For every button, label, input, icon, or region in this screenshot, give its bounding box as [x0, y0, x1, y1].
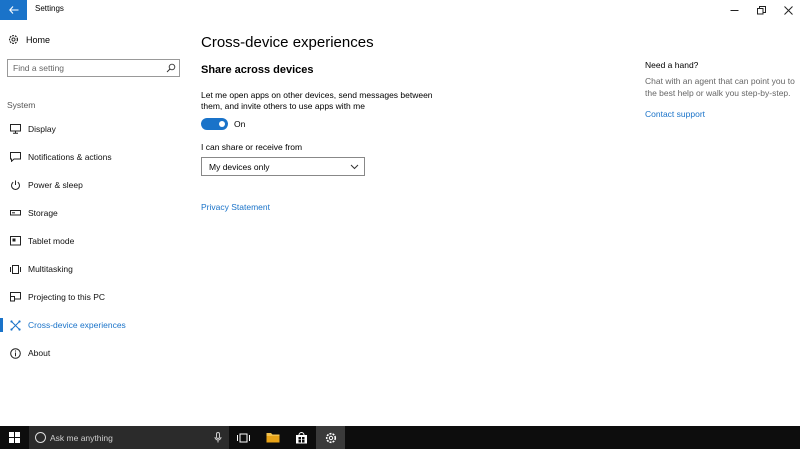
sidebar-item-tablet-mode[interactable]: Tablet mode: [0, 227, 190, 255]
sidebar-item-label: About: [28, 348, 51, 358]
restore-button[interactable]: [746, 0, 776, 20]
chevron-down-icon: [350, 164, 359, 170]
task-view-button[interactable]: [229, 426, 258, 449]
monitor-icon: [9, 123, 21, 135]
sidebar: Home System Display Notifications & acti…: [0, 20, 190, 426]
gear-icon: [8, 34, 19, 45]
sidebar-item-multitasking[interactable]: Multitasking: [0, 255, 190, 283]
sidebar-item-projecting[interactable]: Projecting to this PC: [0, 283, 190, 311]
sidebar-item-label: Notifications & actions: [28, 152, 112, 162]
power-icon: [9, 179, 21, 191]
sidebar-item-cross-device[interactable]: Cross-device experiences: [0, 311, 190, 339]
file-explorer-button[interactable]: [258, 426, 287, 449]
store-button[interactable]: [287, 426, 316, 449]
share-field-label: I can share or receive from: [201, 142, 303, 152]
search-icon[interactable]: [166, 63, 176, 73]
nav-list: Display Notifications & actions Power & …: [0, 115, 190, 367]
window-title: Settings: [35, 4, 64, 13]
search-input[interactable]: [13, 63, 163, 73]
cortana-icon: [35, 432, 46, 443]
taskbar: Ask me anything: [0, 426, 800, 449]
store-icon: [296, 431, 307, 443]
help-text: Chat with an agent that can point you to…: [645, 76, 795, 98]
share-dropdown-value: My devices only: [209, 162, 270, 172]
tablet-icon: [9, 235, 21, 247]
section-title: Share across devices: [201, 64, 314, 76]
cross-device-icon: [9, 319, 21, 331]
share-description: Let me open apps on other devices, send …: [201, 90, 433, 111]
close-button[interactable]: [773, 0, 800, 20]
minimize-icon: [730, 9, 738, 11]
toggle-state-label: On: [234, 119, 246, 129]
sidebar-item-storage[interactable]: Storage: [0, 199, 190, 227]
help-title: Need a hand?: [645, 60, 699, 70]
sidebar-item-label: Display: [28, 124, 56, 134]
sidebar-item-display[interactable]: Display: [0, 115, 190, 143]
info-icon: [9, 347, 21, 359]
share-dropdown[interactable]: My devices only: [201, 157, 365, 176]
section-label-system: System: [7, 100, 36, 110]
settings-taskbar-button[interactable]: [316, 426, 345, 449]
sidebar-item-label: Storage: [28, 208, 58, 218]
page-title: Cross-device experiences: [201, 34, 374, 51]
sidebar-item-label: Projecting to this PC: [28, 292, 106, 302]
task-view-icon: [237, 433, 250, 442]
multitasking-icon: [9, 263, 21, 275]
contact-support-link[interactable]: Contact support: [645, 109, 705, 119]
sidebar-item-power-sleep[interactable]: Power & sleep: [0, 171, 190, 199]
folder-icon: [266, 433, 279, 443]
restore-icon: [756, 5, 766, 14]
sidebar-item-label: Tablet mode: [28, 236, 75, 246]
start-button[interactable]: [0, 426, 29, 449]
toggle-knob: [219, 121, 225, 127]
microphone-icon[interactable]: [214, 432, 222, 443]
projector-icon: [9, 291, 21, 303]
back-arrow-icon: [8, 6, 18, 14]
sidebar-item-label: Power & sleep: [28, 180, 83, 190]
title-bar: Settings: [0, 0, 800, 20]
nav-home-label: Home: [26, 34, 51, 45]
sidebar-item-label: Multitasking: [28, 264, 73, 274]
privacy-statement-link[interactable]: Privacy Statement: [201, 202, 270, 212]
taskbar-search-box[interactable]: Ask me anything: [29, 426, 229, 449]
share-toggle[interactable]: [201, 118, 228, 130]
sidebar-item-notifications[interactable]: Notifications & actions: [0, 143, 190, 171]
help-panel: Need a hand? Chat with an agent that can…: [645, 60, 795, 122]
minimize-button[interactable]: [719, 0, 749, 20]
search-box[interactable]: [7, 59, 180, 77]
sidebar-item-about[interactable]: About: [0, 339, 190, 367]
windows-logo-icon: [9, 432, 20, 443]
nav-home[interactable]: Home: [8, 34, 50, 45]
gear-icon: [325, 432, 336, 443]
taskbar-search-text: Ask me anything: [50, 433, 113, 443]
close-icon: [783, 5, 793, 15]
back-button[interactable]: [0, 0, 27, 20]
notification-icon: [9, 151, 21, 163]
sidebar-item-label: Cross-device experiences: [28, 320, 126, 330]
storage-icon: [9, 207, 21, 219]
